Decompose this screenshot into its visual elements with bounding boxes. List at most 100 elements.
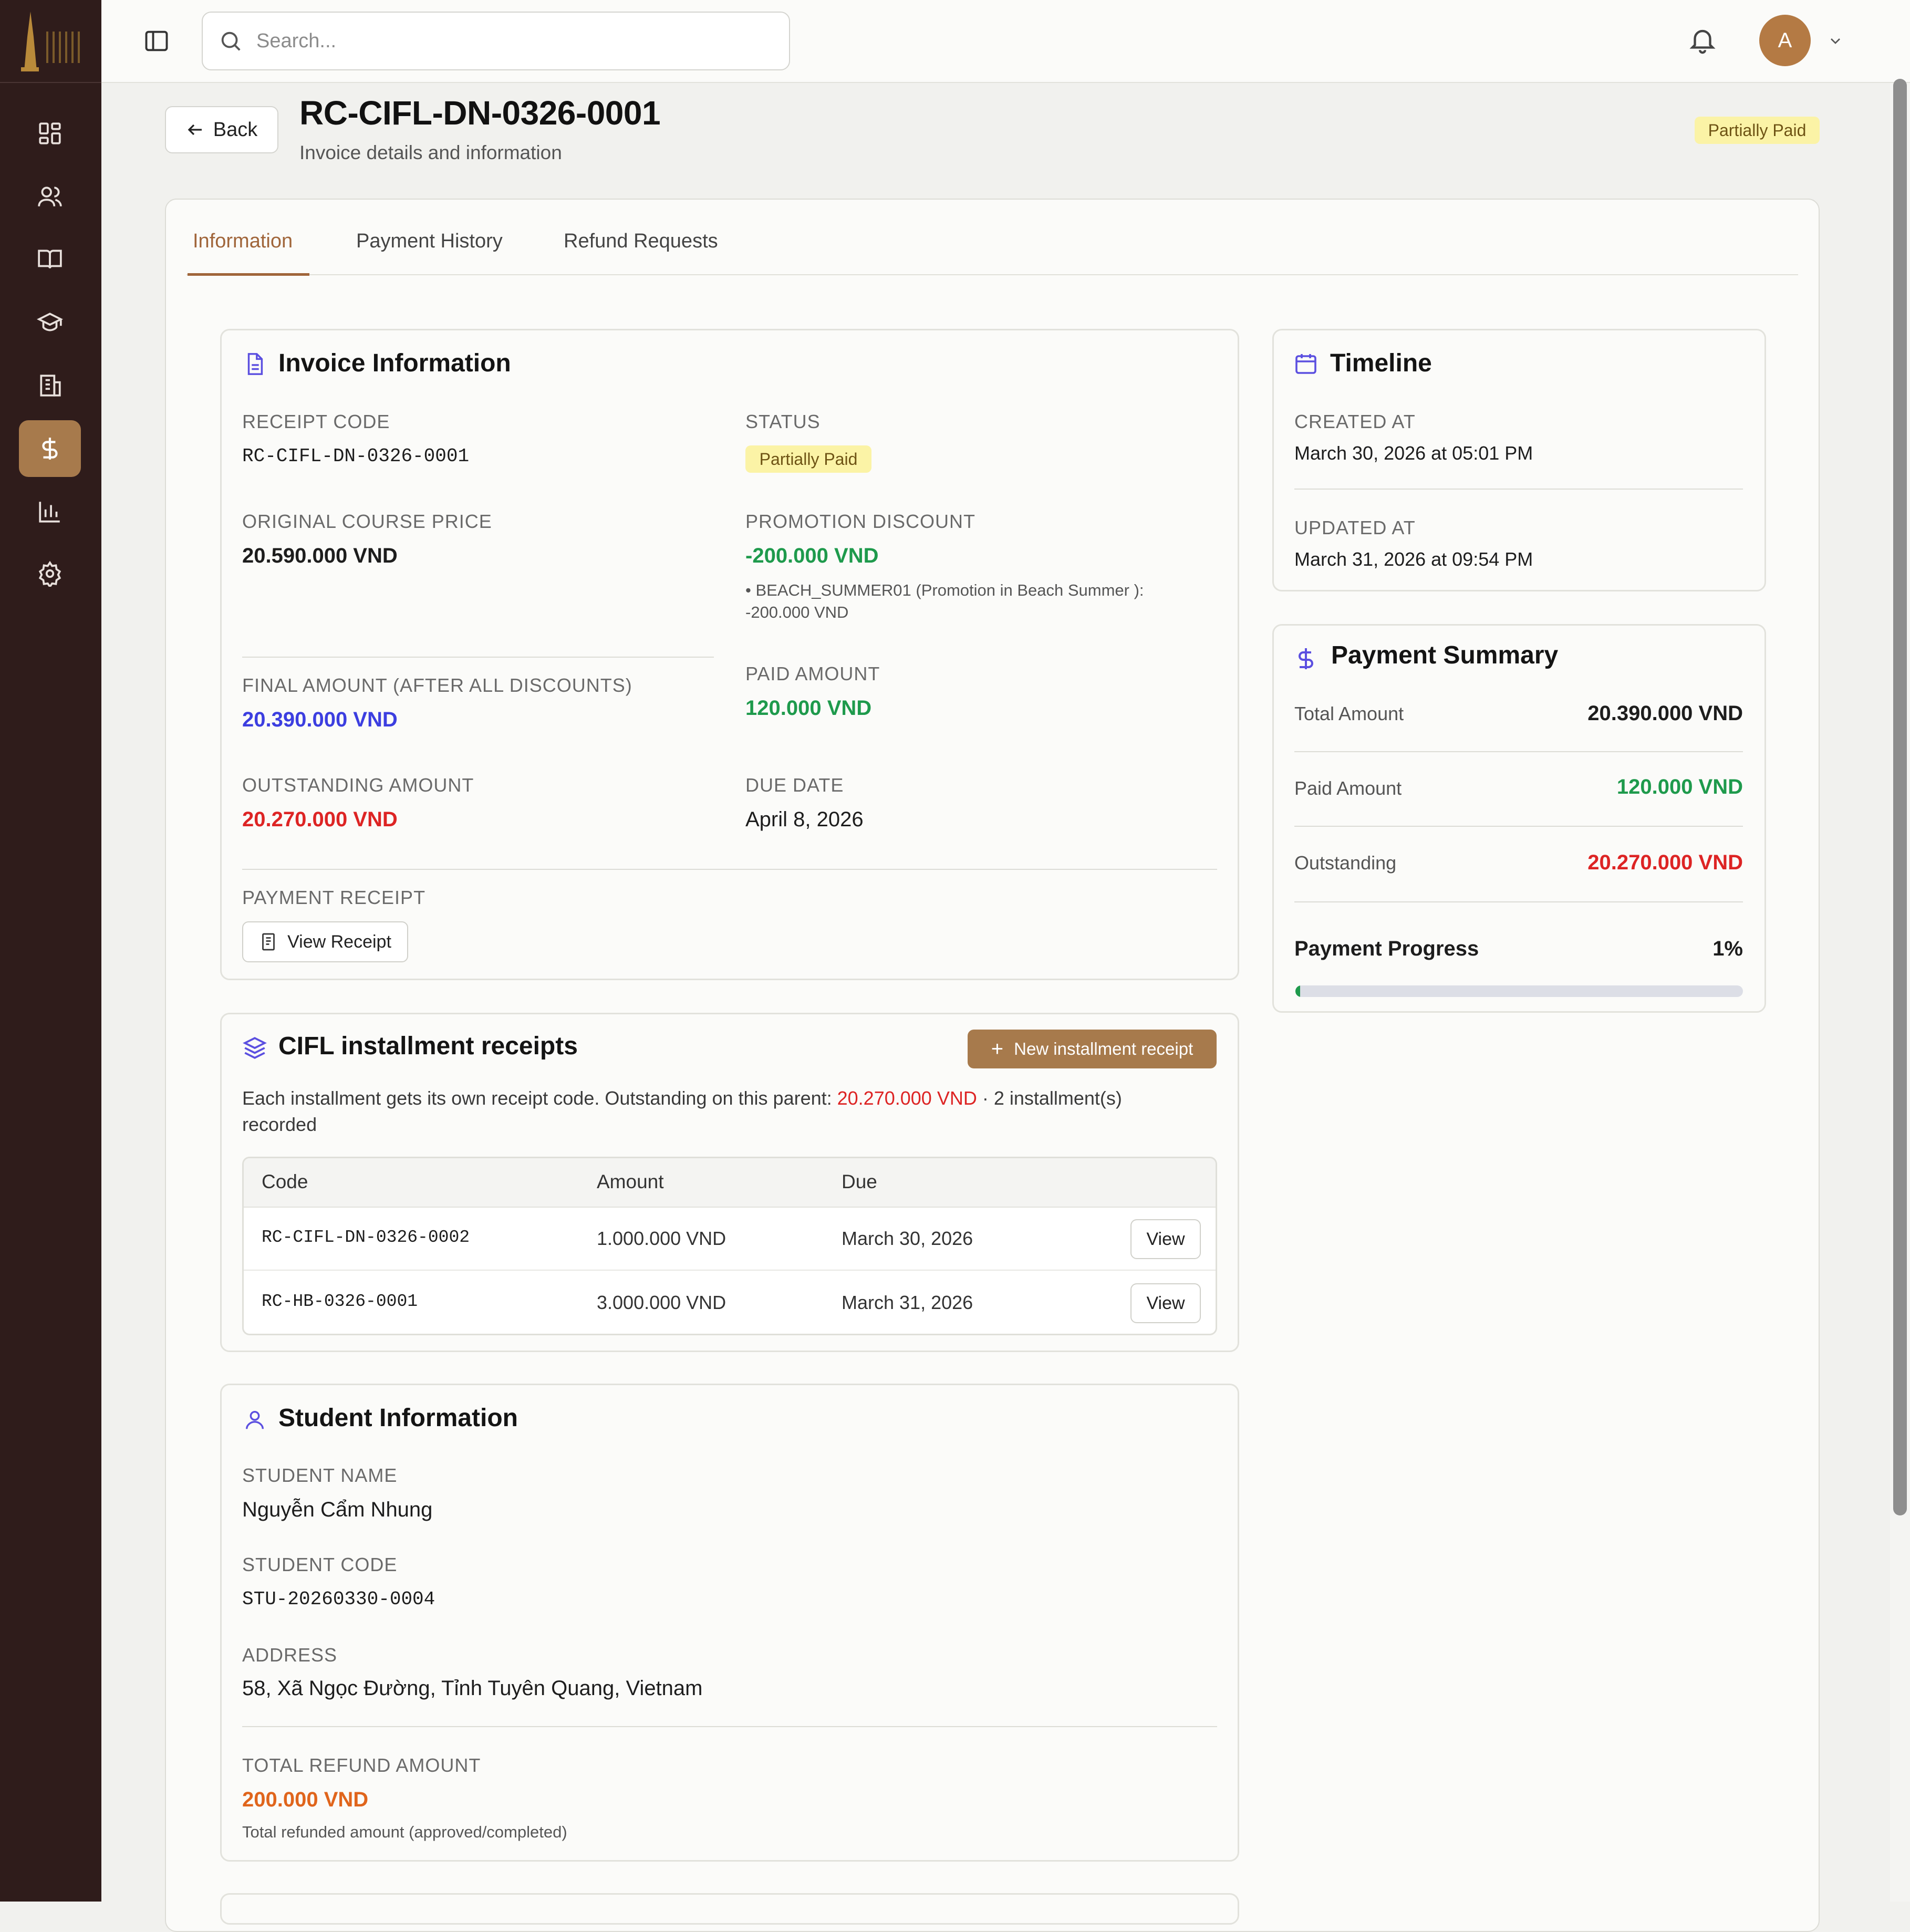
arrow-left-icon — [188, 124, 202, 136]
created-at-value: March 30, 2026 at 05:01 PM — [1294, 442, 1533, 464]
updated-at-value: March 31, 2026 at 09:54 PM — [1294, 548, 1533, 570]
status-badge: Partially Paid — [1695, 117, 1820, 144]
new-installment-button[interactable]: + New installment receipt — [968, 1030, 1217, 1068]
column-header-due: Due — [842, 1171, 877, 1192]
promotion-discount-value: -200.000 VND — [745, 544, 879, 567]
installments-description: Each installment gets its own receipt co… — [242, 1087, 1122, 1109]
building-icon — [40, 375, 61, 397]
graduation-cap-icon — [37, 313, 63, 331]
divider — [1294, 489, 1743, 490]
installment-amount: 3.000.000 VND — [597, 1292, 726, 1313]
nav-settings[interactable] — [19, 545, 81, 602]
divider — [1294, 901, 1743, 902]
address-value: 58, Xã Ngọc Đường, Tỉnh Tuyên Quang, Vie… — [242, 1677, 703, 1700]
user-icon — [243, 1408, 267, 1432]
divider — [242, 869, 1217, 870]
outstanding-inline-amount: 20.270.000 VND — [837, 1087, 977, 1109]
payment-progress-bar — [1295, 985, 1743, 997]
page-title: RC-CIFL-DN-0326-0001 — [299, 94, 661, 132]
active-tab-indicator — [188, 273, 309, 276]
total-amount-value: 20.390.000 VND — [1587, 702, 1743, 725]
divider — [242, 657, 714, 658]
book-icon — [38, 250, 62, 269]
back-button[interactable]: Back — [165, 106, 278, 153]
receipt-code-value: RC-CIFL-DN-0326-0001 — [242, 445, 470, 467]
divider — [1294, 751, 1743, 752]
tabs-divider — [186, 274, 1798, 275]
promotion-note-amount: -200.000 VND — [745, 603, 849, 621]
users-icon — [38, 186, 62, 206]
nav-users[interactable] — [19, 168, 81, 225]
total-amount-label: Total Amount — [1294, 703, 1404, 724]
created-at-label: CREATED AT — [1294, 411, 1416, 432]
avatar[interactable]: A — [1759, 15, 1811, 66]
column-header-amount: Amount — [597, 1171, 664, 1192]
nav-branches[interactable] — [19, 357, 81, 414]
installments-table: Code Amount Due RC-CIFL-DN-0326-0002 1.0… — [242, 1157, 1217, 1335]
search-bar[interactable] — [202, 12, 790, 70]
plus-icon: + — [991, 1037, 1004, 1061]
payment-progress-percent: 1% — [1712, 937, 1743, 960]
student-card-title: Student Information — [278, 1404, 518, 1432]
chevron-down-icon[interactable] — [1825, 33, 1846, 49]
nav-courses[interactable] — [19, 231, 81, 288]
chart-icon — [39, 502, 60, 523]
student-code-value: STU-20260330-0004 — [242, 1588, 435, 1610]
search-icon — [221, 32, 241, 51]
payment-receipt-label: PAYMENT RECEIPT — [242, 887, 426, 908]
tab-payment-history[interactable]: Payment History — [356, 230, 503, 253]
student-code-label: STUDENT CODE — [242, 1554, 398, 1575]
receipt-code-label: RECEIPT CODE — [242, 411, 390, 432]
table-header — [244, 1158, 1216, 1208]
table-row: RC-HB-0326-0001 3.000.000 VND March 31, … — [244, 1271, 1216, 1334]
new-installment-label: New installment receipt — [1014, 1039, 1193, 1058]
dashboard-icon — [39, 122, 61, 144]
student-name-value: Nguyễn Cẩm Nhung — [242, 1498, 433, 1521]
sidebar-toggle-icon[interactable] — [143, 27, 170, 55]
search-input[interactable] — [255, 29, 730, 53]
outstanding-amount-label: OUTSTANDING AMOUNT — [242, 774, 474, 796]
status-label: STATUS — [745, 411, 821, 432]
table-row: RC-CIFL-DN-0326-0002 1.000.000 VND March… — [244, 1208, 1216, 1271]
tab-information[interactable]: Information — [193, 230, 293, 253]
bell-icon[interactable] — [1687, 23, 1718, 57]
original-price-label: ORIGINAL COURSE PRICE — [242, 511, 492, 532]
outstanding-summary-label: Outstanding — [1294, 852, 1397, 874]
nav-finance[interactable] — [19, 420, 81, 477]
view-installment-button[interactable]: View — [1130, 1283, 1201, 1323]
student-name-label: STUDENT NAME — [242, 1464, 398, 1486]
paid-amount-label: PAID AMOUNT — [745, 663, 880, 684]
installments-description-line2: recorded — [242, 1114, 317, 1135]
payment-progress-label: Payment Progress — [1294, 937, 1479, 960]
layers-icon — [242, 1035, 268, 1061]
installment-due: March 30, 2026 — [842, 1228, 973, 1249]
nav-dashboard[interactable] — [19, 105, 81, 162]
nav-reports[interactable] — [19, 483, 81, 540]
app-logo[interactable] — [0, 0, 101, 83]
paid-amount-value: 120.000 VND — [745, 697, 872, 720]
invoice-status-badge: Partially Paid — [745, 445, 871, 473]
due-date-label: DUE DATE — [745, 774, 844, 796]
dollar-icon — [42, 438, 58, 460]
total-refund-label: TOTAL REFUND AMOUNT — [242, 1754, 481, 1776]
original-price-value: 20.590.000 VND — [242, 544, 398, 567]
payment-summary-title: Payment Summary — [1331, 641, 1559, 669]
tab-refund-requests[interactable]: Refund Requests — [564, 230, 718, 253]
nav-classes[interactable] — [19, 294, 81, 351]
promotion-discount-label: PROMOTION DISCOUNT — [745, 511, 975, 532]
updated-at-label: UPDATED AT — [1294, 517, 1416, 538]
final-amount-label: FINAL AMOUNT (AFTER ALL DISCOUNTS) — [242, 674, 632, 696]
divider — [242, 1726, 1217, 1727]
due-date-value: April 8, 2026 — [745, 808, 864, 831]
view-receipt-button[interactable]: View Receipt — [242, 921, 408, 962]
view-installment-button[interactable]: View — [1130, 1219, 1201, 1259]
installment-code: RC-HB-0326-0001 — [262, 1292, 418, 1311]
invoice-card-title: Invoice Information — [278, 349, 511, 377]
calendar-icon — [1293, 351, 1319, 376]
page-subtitle: Invoice details and information — [299, 142, 562, 163]
divider — [1294, 826, 1743, 827]
scrollbar-thumb[interactable] — [1893, 79, 1907, 1515]
address-label: ADDRESS — [242, 1644, 338, 1666]
document-icon — [243, 351, 267, 377]
total-refund-value: 200.000 VND — [242, 1788, 369, 1811]
